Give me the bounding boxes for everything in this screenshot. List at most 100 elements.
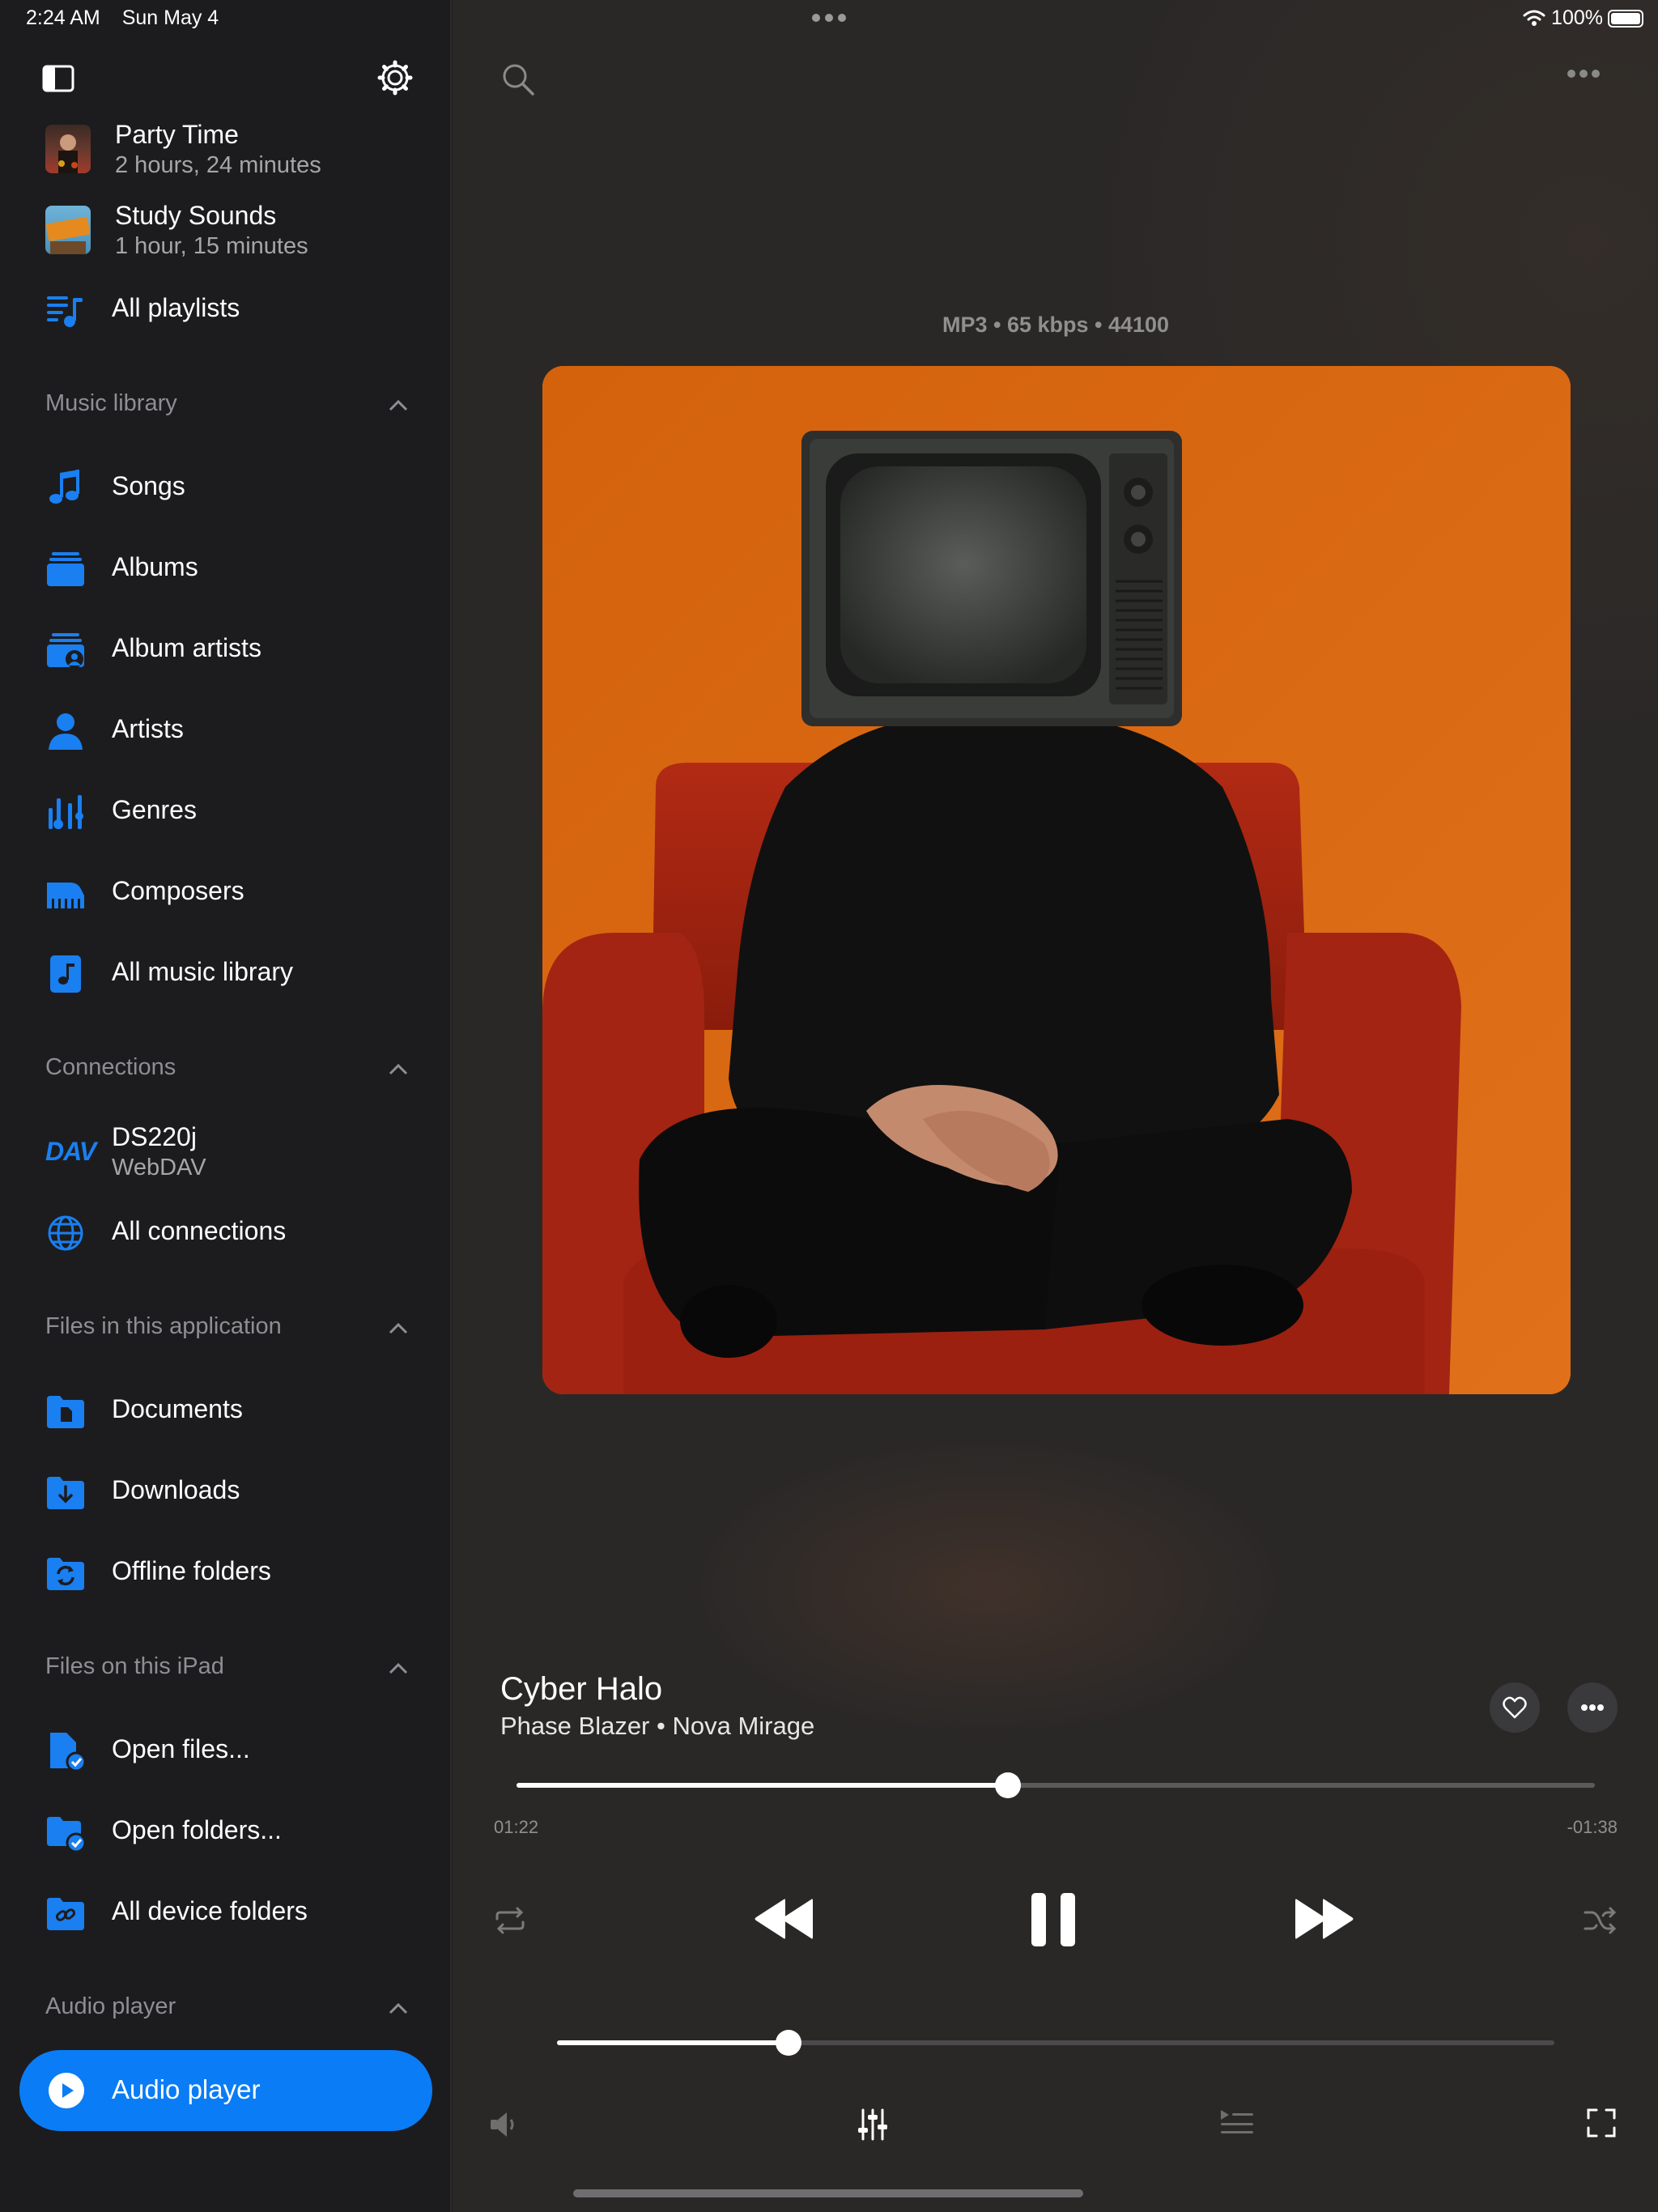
shuffle-icon[interactable]	[1582, 1904, 1618, 1937]
previous-track-icon[interactable]	[753, 1895, 813, 1943]
sidebar-item-label: Open folders...	[112, 1815, 282, 1844]
sidebar-item-label: Artists	[112, 714, 184, 743]
section-header-connections[interactable]: Connections	[45, 1054, 410, 1090]
album-stack-icon	[47, 552, 84, 586]
folder-sync-icon	[47, 1558, 84, 1590]
seek-slider[interactable]	[517, 1772, 1595, 1798]
sidebar-item-label: Genres	[112, 795, 197, 824]
sidebar-item-all-device-folders[interactable]: All device folders	[45, 1885, 434, 1942]
section-title: Files in this application	[45, 1313, 282, 1339]
sidebar-item-label: All playlists	[112, 293, 240, 322]
sidebar-item-label: Downloads	[112, 1475, 240, 1504]
connection-name: DS220j	[112, 1122, 197, 1151]
open-file-icon	[50, 1733, 86, 1772]
folder-link-icon	[47, 1898, 84, 1930]
playlist-title: Study Sounds	[115, 201, 277, 230]
sidebar-item-audio-player[interactable]: Audio player	[19, 2050, 432, 2131]
album-artist-icon	[47, 633, 84, 668]
sidebar-item-label: Album artists	[112, 633, 261, 662]
queue-list-icon[interactable]	[1219, 2107, 1255, 2139]
chevron-up-icon	[389, 1063, 408, 1075]
connection-item-ds220j[interactable]: DAV DS220j WebDAV	[45, 1122, 434, 1187]
wifi-icon	[1523, 10, 1545, 26]
sidebar-item-label: All connections	[112, 1216, 287, 1245]
artwork-illustration	[542, 366, 1571, 1394]
remaining-time: -01:38	[1567, 1817, 1618, 1837]
more-options-icon[interactable]	[1566, 68, 1601, 79]
playlist-item-study-sounds[interactable]: Study Sounds 1 hour, 15 minutes	[45, 199, 434, 264]
audio-format-info: MP3 • 65 kbps • 44100	[942, 313, 1170, 337]
battery-percent: 100%	[1551, 6, 1603, 29]
sidebar-item-label: All device folders	[112, 1896, 308, 1925]
piano-icon	[47, 883, 84, 908]
section-header-files-on-ipad[interactable]: Files on this iPad	[45, 1653, 410, 1689]
music-library-icon	[50, 955, 81, 993]
seek-thumb[interactable]	[995, 1772, 1021, 1798]
track-title: Cyber Halo	[500, 1671, 663, 1707]
playlist-artwork	[45, 125, 91, 173]
multitasking-dots-icon[interactable]	[811, 13, 847, 23]
section-header-audio-player[interactable]: Audio player	[45, 1993, 410, 2029]
sidebar-toggle-icon[interactable]	[42, 65, 74, 92]
status-time: 2:24 AM	[26, 6, 100, 29]
seek-progress	[517, 1783, 1008, 1788]
sidebar-item-all-playlists[interactable]: All playlists	[45, 282, 434, 338]
track-more-button[interactable]	[1567, 1682, 1618, 1733]
sidebar-item-open-files[interactable]: Open files...	[45, 1723, 434, 1780]
sidebar-item-label: Offline folders	[112, 1556, 271, 1585]
playlist-item-party-time[interactable]: Party Time 2 hours, 24 minutes	[45, 118, 434, 183]
ellipsis-icon	[1581, 1704, 1604, 1711]
playlist-artwork	[45, 206, 91, 254]
speaker-icon[interactable]	[489, 2108, 521, 2141]
repeat-icon[interactable]	[492, 1904, 528, 1937]
sidebar-item-label: Open files...	[112, 1734, 250, 1763]
globe-icon	[48, 1215, 83, 1251]
status-bar-left: 2:24 AM Sun May 4	[26, 6, 219, 30]
sidebar-item-documents[interactable]: Documents	[45, 1383, 434, 1440]
sidebar-item-label: Composers	[112, 876, 244, 905]
webdav-icon: DAV	[45, 1137, 96, 1166]
sidebar-item-songs[interactable]: Songs	[45, 460, 434, 517]
section-title: Connections	[45, 1054, 176, 1080]
heart-icon	[1503, 1696, 1527, 1719]
favorite-button[interactable]	[1490, 1682, 1540, 1733]
track-artist-album: Phase Blazer • Nova Mirage	[500, 1712, 815, 1740]
player-pane: 100% MP3 • 65 kbps • 44100 Cyber Halo Ph…	[453, 0, 1658, 2212]
volume-slider[interactable]	[557, 2030, 1554, 2056]
open-folder-icon	[47, 1817, 86, 1853]
section-header-files-in-app[interactable]: Files in this application	[45, 1313, 410, 1349]
playlist-title: Party Time	[115, 120, 239, 149]
search-icon[interactable]	[500, 62, 536, 97]
app-root: 2:24 AM Sun May 4 Party Time 2 hours, 24…	[0, 0, 1658, 2212]
chevron-up-icon	[389, 1662, 408, 1674]
folder-document-icon	[47, 1396, 84, 1428]
person-icon	[49, 713, 83, 750]
chevron-up-icon	[389, 1322, 408, 1334]
genre-instruments-icon	[49, 795, 83, 829]
gear-icon[interactable]	[377, 60, 413, 96]
section-header-music-library[interactable]: Music library	[45, 390, 410, 426]
battery-icon	[1608, 10, 1643, 28]
sidebar-item-all-connections[interactable]: All connections	[45, 1205, 434, 1261]
sidebar-item-composers[interactable]: Composers	[45, 865, 434, 921]
sidebar-item-album-artists[interactable]: Album artists	[45, 622, 434, 678]
home-indicator	[573, 2189, 1083, 2197]
sidebar-item-downloads[interactable]: Downloads	[45, 1464, 434, 1521]
playlist-duration: 2 hours, 24 minutes	[115, 152, 321, 178]
equalizer-icon[interactable]	[857, 2107, 889, 2142]
sidebar-item-genres[interactable]: Genres	[45, 784, 434, 840]
next-track-icon[interactable]	[1295, 1895, 1355, 1943]
chevron-up-icon	[389, 399, 408, 411]
sidebar-item-albums[interactable]: Albums	[45, 541, 434, 598]
volume-thumb[interactable]	[776, 2030, 801, 2056]
music-note-icon	[49, 470, 79, 504]
sidebar-item-label: All music library	[112, 957, 294, 986]
pause-icon[interactable]	[1030, 1891, 1077, 1948]
sidebar-item-offline-folders[interactable]: Offline folders	[45, 1545, 434, 1602]
sidebar-item-artists[interactable]: Artists	[45, 703, 434, 759]
fullscreen-icon[interactable]	[1585, 2107, 1618, 2139]
folder-download-icon	[47, 1477, 84, 1509]
sidebar-item-all-music-library[interactable]: All music library	[45, 946, 434, 1002]
sidebar-item-open-folders[interactable]: Open folders...	[45, 1804, 434, 1861]
volume-level	[557, 2040, 789, 2045]
